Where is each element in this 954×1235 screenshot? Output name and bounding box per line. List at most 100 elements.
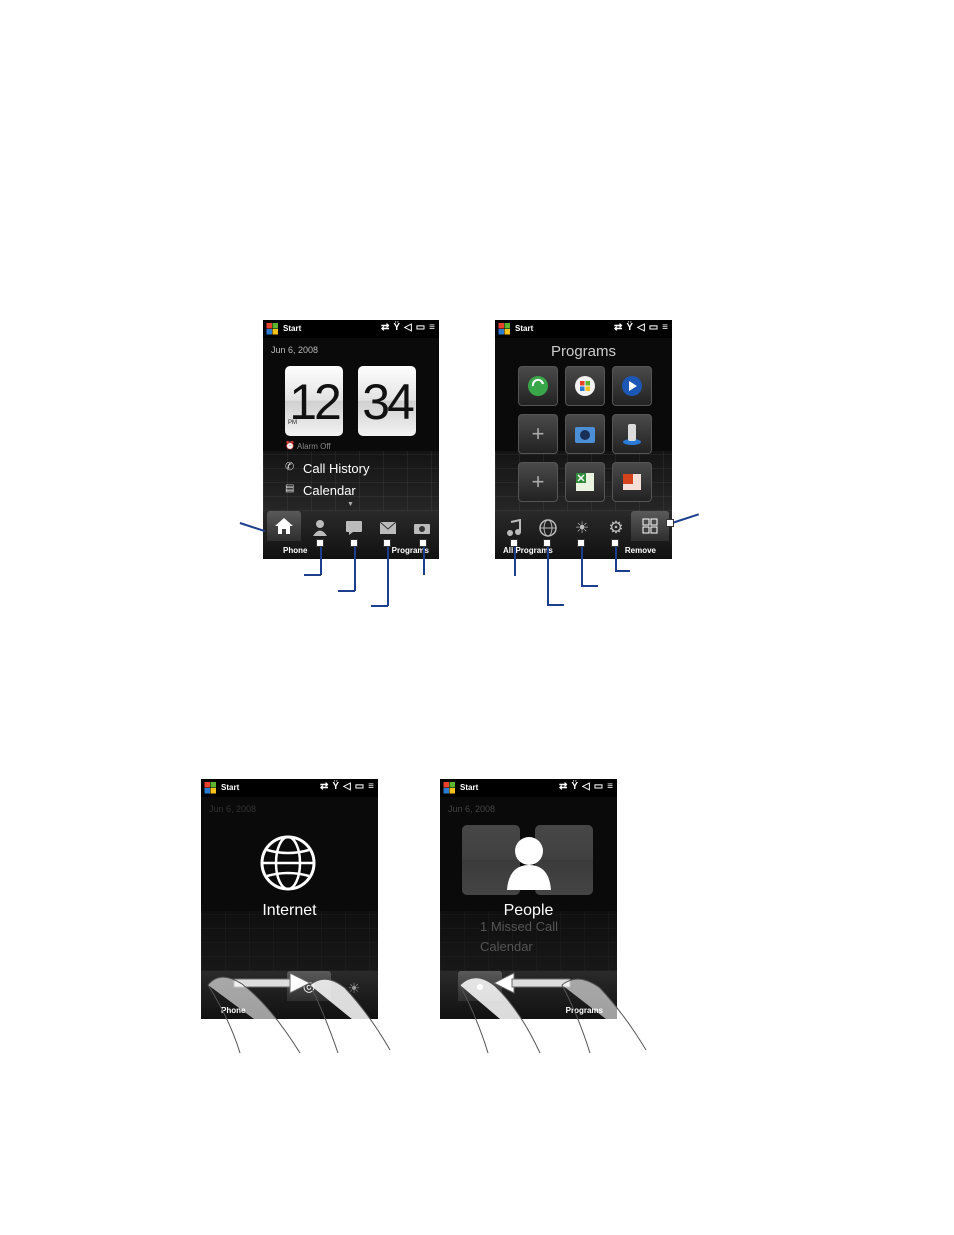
- signal-icon: Ÿ: [571, 781, 578, 792]
- left-softkey[interactable]: Phone: [283, 546, 307, 555]
- start-label[interactable]: Start: [515, 324, 533, 333]
- callout-dot: [383, 539, 391, 547]
- camera-app-icon: [575, 427, 595, 443]
- tab-photos[interactable]: [405, 515, 439, 541]
- calendar-item[interactable]: Calendar: [303, 483, 356, 498]
- callout-dot: [316, 539, 324, 547]
- callout-dot: [666, 519, 674, 527]
- battery-icon: ▭: [354, 781, 365, 792]
- camera-icon: [414, 524, 430, 534]
- status-bar: Start ⇄ Ÿ ◁ ▭ ≡: [201, 779, 378, 797]
- finger-hand-icon: [207, 976, 391, 1054]
- tab-people[interactable]: [303, 515, 337, 541]
- powerpoint-icon: [623, 474, 641, 490]
- globe-icon: [260, 835, 316, 891]
- menu-icon[interactable]: ≡: [662, 322, 668, 333]
- callout-line: [514, 544, 516, 576]
- start-label[interactable]: Start: [221, 783, 239, 792]
- signal-icon: Ÿ: [393, 322, 400, 333]
- callout-dot: [510, 539, 518, 547]
- tab-messages[interactable]: [337, 515, 371, 541]
- programs-screen: Start ⇄ Ÿ ◁ ▭ ≡ Programs + + ☀ ⚙ All Pro…: [495, 320, 672, 559]
- menu-icon[interactable]: ≡: [368, 781, 374, 792]
- call-history-icon: ✆: [285, 461, 295, 473]
- program-phone-device[interactable]: [612, 414, 652, 454]
- call-history-item[interactable]: Call History: [303, 461, 369, 476]
- globe-icon: [539, 519, 557, 537]
- alarm-icon: ⏰: [285, 441, 295, 450]
- program-add-slot[interactable]: +: [518, 414, 558, 454]
- date-text: Jun 6, 2008: [271, 345, 319, 355]
- device-icon: [623, 424, 641, 445]
- data-connection-icon: ⇄: [319, 781, 329, 792]
- alarm-text: Alarm Off: [297, 442, 331, 451]
- windows-start-icon[interactable]: [498, 323, 511, 335]
- tab-settings[interactable]: ⚙: [599, 515, 633, 541]
- windows-icon: [575, 376, 595, 396]
- windows-start-icon[interactable]: [266, 323, 279, 335]
- callout-line: [239, 522, 265, 532]
- callout-line: [387, 544, 389, 606]
- mail-icon: [379, 521, 397, 534]
- callout-line: [320, 544, 322, 575]
- menu-icon[interactable]: ≡: [429, 322, 435, 333]
- overlay-label: Internet: [262, 902, 317, 919]
- missed-call-item[interactable]: 1 Missed Call: [480, 919, 558, 934]
- calendar-icon: ▤: [285, 483, 295, 494]
- sync-icon: [528, 376, 548, 396]
- calendar-item[interactable]: Calendar: [480, 939, 533, 954]
- program-sync[interactable]: [518, 366, 558, 406]
- callout-dot: [350, 539, 358, 547]
- battery-icon: ▭: [593, 781, 604, 792]
- callout-line: [547, 604, 564, 606]
- start-label[interactable]: Start: [460, 783, 478, 792]
- tab-home[interactable]: [267, 511, 301, 541]
- program-windows[interactable]: [565, 366, 605, 406]
- callout-line: [581, 585, 598, 587]
- tab-bar: Phone Programs: [263, 511, 439, 559]
- windows-start-icon[interactable]: [443, 782, 456, 794]
- callout-dot: [419, 539, 427, 547]
- start-label[interactable]: Start: [283, 324, 301, 333]
- program-excel[interactable]: [565, 462, 605, 502]
- callout-line: [615, 544, 617, 571]
- right-softkey[interactable]: Remove: [625, 546, 656, 555]
- tab-internet[interactable]: [531, 515, 565, 541]
- program-add-slot[interactable]: +: [518, 462, 558, 502]
- windows-start-icon[interactable]: [204, 782, 217, 794]
- music-icon: [507, 519, 521, 536]
- excel-icon: [576, 473, 594, 491]
- left-softkey[interactable]: All Programs: [503, 546, 553, 555]
- signal-icon: Ÿ: [332, 781, 339, 792]
- date-text: Jun 6, 2008: [448, 804, 496, 814]
- plus-icon: +: [531, 421, 545, 446]
- menu-icon[interactable]: ≡: [607, 781, 613, 792]
- program-media-player[interactable]: [612, 366, 652, 406]
- sun-icon: ☀: [574, 520, 590, 537]
- tab-bar: ☀ ⚙ All Programs Remove: [495, 511, 672, 559]
- overlay-label: People: [503, 902, 554, 919]
- callout-line: [371, 605, 388, 607]
- home-screen: Start ⇄ Ÿ ◁ ▭ ≡ Jun 6, 2008 12 PM 34 ⏰ A…: [263, 320, 439, 559]
- media-play-icon: [622, 376, 642, 396]
- tab-music[interactable]: [497, 515, 531, 541]
- plus-icon: +: [531, 469, 545, 494]
- callout-line: [671, 513, 699, 524]
- people-icon: [313, 520, 327, 536]
- status-bar: Start ⇄ Ÿ ◁ ▭ ≡: [263, 320, 439, 338]
- program-camera[interactable]: [565, 414, 605, 454]
- data-connection-icon: ⇄: [558, 781, 568, 792]
- down-arrow-icon: ▼: [347, 501, 354, 508]
- tab-programs[interactable]: [631, 511, 669, 541]
- programs-grid-icon: [642, 518, 658, 534]
- program-powerpoint[interactable]: [612, 462, 652, 502]
- people-icon: [507, 837, 551, 890]
- tab-mail[interactable]: [371, 515, 405, 541]
- callout-line: [581, 544, 583, 586]
- tab-weather[interactable]: ☀: [565, 515, 599, 541]
- callout-line: [615, 570, 630, 572]
- home-icon: [275, 518, 293, 534]
- date-text: Jun 6, 2008: [209, 804, 257, 814]
- programs-title: Programs: [550, 343, 617, 360]
- volume-icon: ◁: [637, 322, 645, 333]
